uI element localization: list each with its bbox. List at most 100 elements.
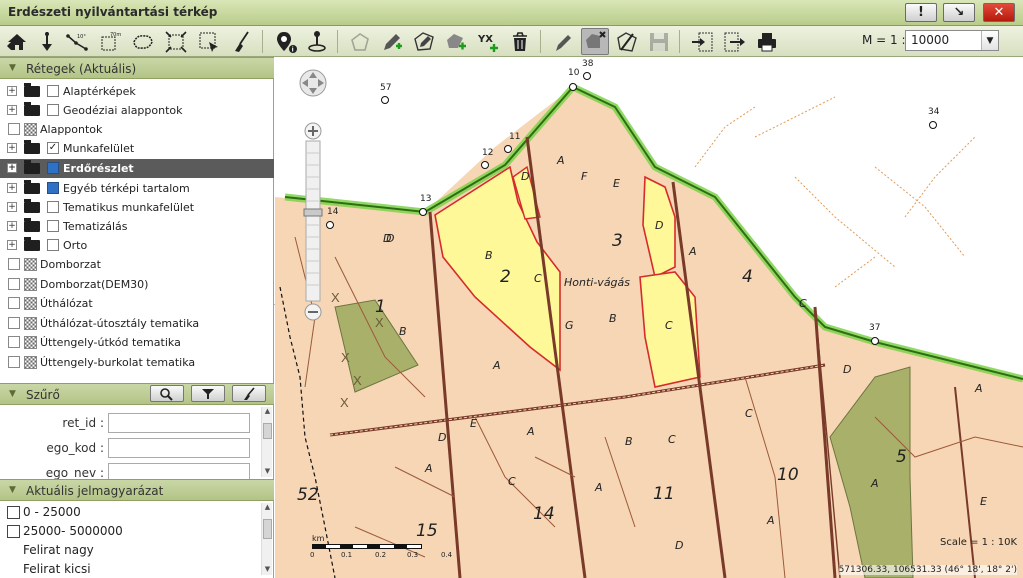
layer-checkbox[interactable] (47, 85, 59, 97)
layer-row[interactable]: Úthálózat (0, 294, 274, 313)
filter-funnel-button[interactable] (191, 385, 225, 402)
zoom-control (298, 63, 328, 325)
layer-row-selected[interactable]: + Erdőrészlet (0, 159, 274, 178)
ret-id-input[interactable] (108, 413, 250, 433)
pattern-icon (24, 317, 37, 330)
layer-checkbox[interactable] (8, 297, 20, 309)
delete-shape-icon[interactable] (581, 28, 609, 55)
info-pin-icon[interactable]: i (272, 28, 300, 55)
layer-row[interactable]: Úthálózat-útosztály tematika (0, 314, 274, 333)
subcompartment-letter: B (625, 435, 633, 448)
subcompartment-letter: C (668, 433, 676, 446)
collapse-icon[interactable]: ▼ (9, 63, 16, 73)
layer-row[interactable]: + Alaptérképek (0, 82, 274, 101)
yx-add-icon[interactable]: YX (474, 28, 502, 55)
import-icon[interactable] (720, 28, 748, 55)
layer-checkbox[interactable] (47, 220, 59, 232)
layer-checkbox[interactable] (8, 356, 20, 368)
expand-icon[interactable]: + (7, 183, 17, 193)
split-icon[interactable] (613, 28, 641, 55)
layer-checkbox[interactable] (47, 142, 59, 154)
layer-row[interactable]: Úttengely-útkód tematika (0, 333, 274, 352)
layer-row[interactable]: Alappontok (0, 120, 274, 139)
print-icon[interactable] (753, 28, 781, 55)
expand-icon[interactable]: + (7, 163, 17, 173)
svg-text:X: X (340, 395, 349, 410)
layer-checkbox[interactable] (8, 123, 20, 135)
layer-checkbox[interactable] (8, 336, 20, 348)
filter-scrollbar[interactable]: ▲ ▼ (261, 407, 272, 477)
layer-checkbox[interactable] (47, 239, 59, 251)
folder-icon (24, 237, 40, 251)
close-button[interactable]: ✕ (983, 3, 1015, 22)
pen-icon[interactable] (549, 28, 577, 55)
trash-icon[interactable] (506, 28, 534, 55)
expand-icon[interactable]: + (7, 202, 17, 212)
layer-row[interactable]: + Munkafelület (0, 139, 274, 158)
scale-select[interactable]: 10000 ▼ (905, 30, 999, 51)
layer-row[interactable]: + Tematikus munkafelület (0, 198, 274, 217)
layer-row[interactable]: Domborzat(DEM30) (0, 275, 274, 294)
collapse-icon[interactable]: ▼ (9, 485, 16, 495)
expand-icon[interactable]: + (7, 105, 17, 115)
pan-zoom-icon[interactable] (298, 63, 328, 325)
export-icon[interactable] (688, 28, 716, 55)
filter-header-title: Szűrő (26, 388, 60, 402)
layer-checkbox[interactable] (8, 258, 20, 270)
select-box-icon[interactable] (195, 28, 223, 55)
layers-header[interactable]: ▼ Rétegek (Aktuális) (0, 57, 274, 79)
filter-search-button[interactable] (150, 385, 184, 402)
layer-checkbox[interactable] (47, 182, 59, 194)
chevron-down-icon[interactable]: ▼ (981, 31, 998, 50)
layer-row[interactable]: + Geodéziai alappontok (0, 101, 274, 120)
area-select-icon[interactable] (129, 28, 157, 55)
layer-row[interactable]: Domborzat (0, 255, 274, 274)
layer-checkbox[interactable] (47, 104, 59, 116)
scroll-down-icon[interactable]: ▼ (262, 565, 273, 575)
extent-icon[interactable] (162, 28, 190, 55)
scroll-thumb[interactable] (263, 519, 272, 539)
scroll-down-icon[interactable]: ▼ (262, 467, 273, 477)
layer-checkbox[interactable] (8, 278, 20, 290)
alert-button[interactable]: ! (905, 3, 937, 22)
restore-button[interactable]: ↘ (943, 3, 975, 22)
edit-shape-icon[interactable] (410, 28, 438, 55)
svg-text:YX: YX (477, 34, 493, 45)
pencil-add-icon[interactable] (378, 28, 406, 55)
expand-icon[interactable]: + (7, 143, 17, 153)
subcompartment-letter: D (438, 431, 447, 444)
scroll-thumb[interactable] (263, 423, 272, 439)
folder-icon (24, 180, 40, 194)
poly-edit-icon[interactable] (442, 28, 470, 55)
measure-line-icon[interactable]: 10° (63, 28, 91, 55)
pan-down-icon[interactable] (33, 28, 61, 55)
subcompartment-letter: E (613, 177, 620, 190)
layer-checkbox[interactable] (47, 162, 59, 174)
legend-header[interactable]: ▼ Aktuális jelmagyarázat (0, 479, 274, 501)
layer-row[interactable]: Úttengely-burkolat tematika (0, 353, 274, 372)
expand-icon[interactable]: + (7, 221, 17, 231)
filter-clear-button[interactable] (232, 385, 266, 402)
expand-icon[interactable]: + (7, 240, 17, 250)
layer-row[interactable]: + Orto (0, 236, 274, 255)
subcompartment-letter: E (470, 417, 477, 430)
zoom-box-icon[interactable]: 70m (96, 28, 124, 55)
scroll-up-icon[interactable]: ▲ (262, 407, 273, 417)
polygon-icon[interactable] (346, 28, 374, 55)
place-name: Honti-vágás (564, 276, 631, 289)
layer-checkbox[interactable] (8, 317, 20, 329)
map-canvas[interactable]: X X X X X 10 11 12 13 14 34 37 38 57 1 2… (275, 57, 1023, 578)
layer-checkbox[interactable] (47, 201, 59, 213)
layer-row[interactable]: + Egyéb térképi tartalom (0, 179, 274, 198)
scroll-up-icon[interactable]: ▲ (262, 503, 273, 513)
locate-icon[interactable] (303, 28, 331, 55)
expand-icon[interactable]: + (7, 86, 17, 96)
layer-label: Domborzat (40, 258, 101, 271)
broom-icon[interactable] (228, 28, 256, 55)
ego-kod-input[interactable] (108, 438, 250, 458)
collapse-icon[interactable]: ▼ (9, 389, 16, 399)
home-icon[interactable] (3, 28, 31, 55)
save-icon[interactable] (645, 28, 673, 55)
layer-row[interactable]: + Tematizálás (0, 217, 274, 236)
legend-scrollbar[interactable]: ▲ ▼ (261, 503, 272, 575)
